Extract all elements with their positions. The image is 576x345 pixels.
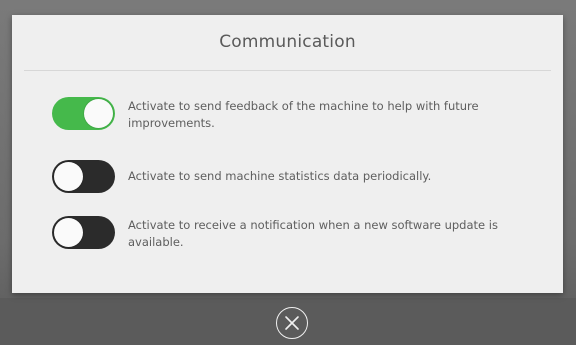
feedback-toggle[interactable] <box>52 97 115 130</box>
toggle-knob <box>84 99 113 128</box>
setting-row-feedback: Activate to send feedback of the machine… <box>52 97 532 139</box>
close-icon <box>285 316 299 330</box>
title-divider <box>24 70 551 71</box>
feedback-label: Activate to send feedback of the machine… <box>128 99 479 130</box>
setting-row-updates: Activate to receive a notification when … <box>52 216 532 258</box>
updates-label: Activate to receive a notification when … <box>128 218 498 249</box>
close-button[interactable] <box>276 307 308 339</box>
communication-dialog: Communication Activate to send feedback … <box>12 15 563 293</box>
statistics-label: Activate to send machine statistics data… <box>128 169 432 183</box>
setting-row-statistics: Activate to send machine statistics data… <box>52 160 532 202</box>
updates-toggle[interactable] <box>52 216 115 249</box>
statistics-toggle[interactable] <box>52 160 115 193</box>
dialog-title: Communication <box>219 32 356 52</box>
toggle-knob <box>54 162 83 191</box>
toggle-knob <box>54 218 83 247</box>
